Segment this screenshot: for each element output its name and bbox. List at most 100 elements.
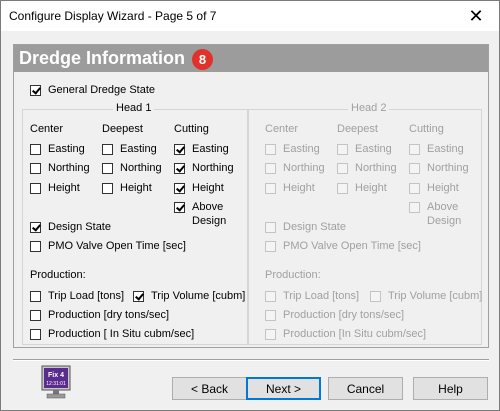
checkbox-box[interactable] [30, 143, 41, 155]
checkbox-box [409, 143, 420, 155]
checkbox-box [265, 290, 276, 302]
head2-above-design-label-line2: Design [427, 215, 462, 227]
head1-deepest-heading: Deepest [102, 123, 143, 135]
checkbox-label: Trip Load [tons] [283, 290, 360, 302]
head2-legend: Head 2 [348, 102, 390, 114]
head1-cutting-easting-checkbox[interactable]: Easting [174, 143, 229, 155]
checkbox-box[interactable] [174, 182, 185, 194]
checkbox-box [265, 309, 276, 321]
head2-production-insitu-checkbox: Production [In Situ cubm/sec] [265, 328, 426, 340]
checkbox-label: Easting [48, 143, 85, 155]
next-button[interactable]: Next > [246, 377, 321, 400]
general-dredge-state-checkbox[interactable]: General Dredge State [30, 84, 155, 96]
head2-center-easting-checkbox: Easting [265, 143, 320, 155]
dredge-info-panel: Dredge Information 8 General Dredge Stat… [13, 44, 489, 348]
checkbox-box[interactable] [102, 143, 113, 155]
checkbox-box[interactable] [30, 328, 41, 340]
back-button[interactable]: < Back [172, 377, 247, 400]
head1-deepest-height-checkbox[interactable]: Height [102, 182, 152, 194]
checkbox-box[interactable] [102, 182, 113, 194]
checkbox-label: Height [355, 182, 387, 194]
fix4-logo-svg: Fix 4 12:31:01 [41, 365, 71, 399]
checkbox-box[interactable] [30, 309, 41, 321]
checkbox-box[interactable] [30, 290, 41, 302]
step-badge: 8 [192, 49, 213, 70]
checkbox-label: Production [ In Situ cubm/sec] [48, 328, 195, 340]
checkbox-label: Easting [355, 143, 392, 155]
checkbox-box [265, 221, 276, 233]
section-header: Dredge Information 8 [14, 45, 488, 72]
head1-center-easting-checkbox[interactable]: Easting [30, 143, 85, 155]
head2-cutting-easting-checkbox: Easting [409, 143, 464, 155]
help-button[interactable]: Help [413, 377, 488, 400]
head1-trip-load-checkbox[interactable]: Trip Load [tons] [30, 290, 124, 302]
checkbox-box[interactable] [30, 162, 41, 174]
checkbox-label: Northing [283, 162, 325, 174]
head1-center-northing-checkbox[interactable]: Northing [30, 162, 90, 174]
checkbox-label: Height [283, 182, 315, 194]
head1-production-heading: Production: [30, 269, 86, 281]
checkbox-box[interactable] [30, 182, 41, 194]
checkbox-box[interactable] [102, 162, 113, 174]
head1-deepest-northing-checkbox[interactable]: Northing [102, 162, 162, 174]
checkbox-box [265, 143, 276, 155]
head1-center-heading: Center [30, 123, 64, 135]
head1-center-height-checkbox[interactable]: Height [30, 182, 80, 194]
checkbox-label: Trip Volume [cubm] [151, 290, 246, 302]
checkbox-box[interactable] [174, 162, 185, 174]
head1-deepest-easting-checkbox[interactable]: Easting [102, 143, 157, 155]
footer-separator [13, 359, 489, 361]
head2-deepest-heading: Deepest [337, 123, 378, 135]
close-icon[interactable]: ✕ [453, 1, 499, 31]
checkbox-label: PMO Valve Open Time [sec] [283, 240, 421, 252]
head2-pmo-valve-checkbox: PMO Valve Open Time [sec] [265, 240, 421, 252]
checkbox-box[interactable] [30, 240, 41, 252]
head1-production-insitu-checkbox[interactable]: Production [ In Situ cubm/sec] [30, 328, 194, 340]
checkbox-box[interactable] [174, 143, 185, 155]
head2-trip-volume-checkbox: Trip Volume [cubm] [370, 290, 482, 302]
checkbox-box[interactable] [30, 84, 41, 96]
above-design-label-line2: Design [192, 215, 227, 227]
section-title: Dredge Information [19, 48, 186, 68]
head2-center-heading: Center [265, 123, 299, 135]
wizard-window: Configure Display Wizard - Page 5 of 7 ✕… [0, 0, 500, 411]
head1-cutting-above-design-checkbox[interactable]: Above [174, 201, 223, 213]
head2-deepest-northing-checkbox: Northing [337, 162, 397, 174]
head1-trip-volume-checkbox[interactable]: Trip Volume [cubm] [133, 290, 245, 302]
fix4-monitor-icon: Fix 4 12:31:01 [41, 365, 71, 401]
head1-pmo-valve-checkbox[interactable]: PMO Valve Open Time [sec] [30, 240, 186, 252]
checkbox-box [337, 182, 348, 194]
head1-cutting-northing-checkbox[interactable]: Northing [174, 162, 234, 174]
head1-cutting-height-checkbox[interactable]: Height [174, 182, 224, 194]
checkbox-label: General Dredge State [48, 84, 156, 96]
title-bar: Configure Display Wizard - Page 5 of 7 ✕ [1, 1, 499, 31]
checkbox-label: Production [dry tons/sec] [48, 309, 170, 321]
checkbox-box [409, 201, 420, 213]
checkbox-box [265, 182, 276, 194]
checkbox-label: Production [dry tons/sec] [283, 309, 405, 321]
checkbox-label: Northing [120, 162, 162, 174]
head1-cutting-heading: Cutting [174, 123, 209, 135]
head1-design-state-checkbox[interactable]: Design State [30, 221, 111, 233]
checkbox-label: Easting [120, 143, 157, 155]
checkbox-label: Northing [192, 162, 234, 174]
head1-production-dry-checkbox[interactable]: Production [dry tons/sec] [30, 309, 169, 321]
head2-deepest-easting-checkbox: Easting [337, 143, 392, 155]
checkbox-box[interactable] [30, 221, 41, 233]
head2-deepest-height-checkbox: Height [337, 182, 387, 194]
checkbox-box[interactable] [174, 201, 185, 213]
cancel-button[interactable]: Cancel [328, 377, 403, 400]
checkbox-label: Northing [48, 162, 90, 174]
checkbox-box [370, 290, 381, 302]
checkbox-label: Height [120, 182, 152, 194]
head1-legend: Head 1 [113, 102, 155, 114]
window-title: Configure Display Wizard - Page 5 of 7 [9, 9, 217, 23]
checkbox-label: Production [In Situ cubm/sec] [283, 328, 427, 340]
checkbox-box[interactable] [133, 290, 144, 302]
checkbox-label: Trip Volume [cubm] [388, 290, 483, 302]
checkbox-label: Easting [283, 143, 320, 155]
checkbox-box [265, 240, 276, 252]
checkbox-label: Easting [192, 143, 229, 155]
checkbox-label: Height [427, 182, 459, 194]
head2-design-state-checkbox: Design State [265, 221, 346, 233]
